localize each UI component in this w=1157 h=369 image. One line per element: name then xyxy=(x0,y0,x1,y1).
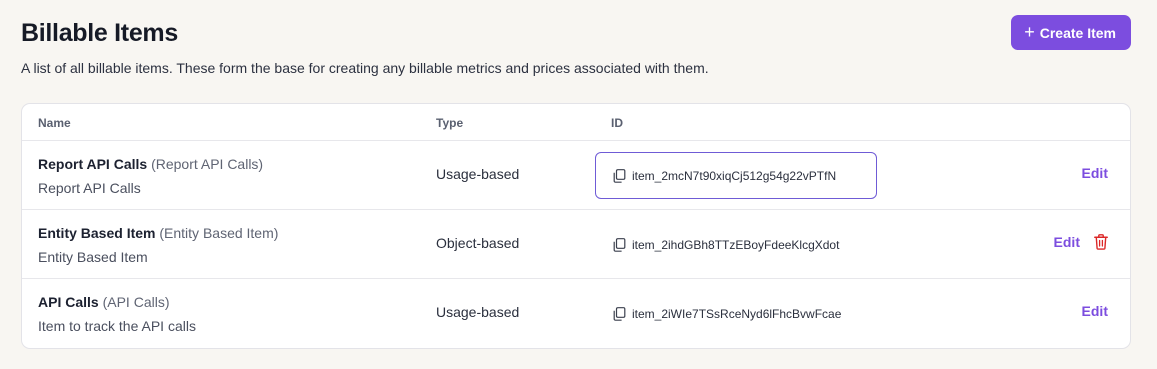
create-item-button[interactable]: + Create Item xyxy=(1011,15,1131,50)
column-header-type: Type xyxy=(436,116,464,130)
table-row: Report API Calls (Report API Calls) Repo… xyxy=(22,141,1130,210)
item-alias: (API Calls) xyxy=(102,294,170,310)
item-description: Item to track the API calls xyxy=(38,318,196,334)
item-alias: (Report API Calls) xyxy=(151,156,264,172)
item-name: Entity Based Item xyxy=(38,225,156,241)
name-cell: Report API Calls (Report API Calls) Repo… xyxy=(38,154,263,198)
row-actions: Edit xyxy=(1054,234,1108,250)
table-row: API Calls (API Calls) Item to track the … xyxy=(22,279,1130,348)
item-name: Report API Calls xyxy=(38,156,148,172)
item-name: API Calls xyxy=(38,294,99,310)
trash-icon[interactable] xyxy=(1094,234,1108,250)
item-type: Usage-based xyxy=(436,166,520,182)
item-id: item_2iWIe7TSsRceNyd6lFhcBvwFcae xyxy=(632,306,842,321)
create-item-label: Create Item xyxy=(1039,24,1116,41)
copy-id-button[interactable]: item_2ihdGBh8TTzEBoyFdeeKlcgXdot xyxy=(595,221,877,268)
item-type: Object-based xyxy=(436,235,520,251)
item-id: item_2ihdGBh8TTzEBoyFdeeKlcgXdot xyxy=(632,237,840,252)
table-header: Name Type ID xyxy=(22,104,1130,141)
billable-items-table: Name Type ID Report API Calls (Report AP… xyxy=(21,103,1131,349)
page-header: Billable Items A list of all billable it… xyxy=(21,15,1131,78)
item-description: Report API Calls xyxy=(38,180,141,196)
edit-button[interactable]: Edit xyxy=(1082,303,1108,319)
plus-icon: + xyxy=(1024,21,1035,42)
copy-icon xyxy=(613,168,626,183)
edit-button[interactable]: Edit xyxy=(1082,165,1108,181)
item-type: Usage-based xyxy=(436,304,520,320)
copy-id-button[interactable]: item_2mcN7t90xiqCj512g54g22vPTfN xyxy=(595,152,877,199)
edit-button[interactable]: Edit xyxy=(1054,234,1080,250)
name-cell: API Calls (API Calls) Item to track the … xyxy=(38,292,196,336)
row-actions: Edit xyxy=(1082,165,1108,181)
page-description: A list of all billable items. These form… xyxy=(21,60,709,76)
copy-id-button[interactable]: item_2iWIe7TSsRceNyd6lFhcBvwFcae xyxy=(595,290,877,337)
table-row: Entity Based Item (Entity Based Item) En… xyxy=(22,210,1130,279)
column-header-name: Name xyxy=(38,116,71,130)
copy-icon xyxy=(613,237,626,252)
row-actions: Edit xyxy=(1082,303,1108,319)
item-alias: (Entity Based Item) xyxy=(159,225,279,241)
column-header-id: ID xyxy=(611,116,623,130)
name-cell: Entity Based Item (Entity Based Item) En… xyxy=(38,223,278,267)
item-id: item_2mcN7t90xiqCj512g54g22vPTfN xyxy=(632,168,837,183)
page-title: Billable Items xyxy=(21,19,178,47)
copy-icon xyxy=(613,306,626,321)
item-description: Entity Based Item xyxy=(38,249,148,265)
